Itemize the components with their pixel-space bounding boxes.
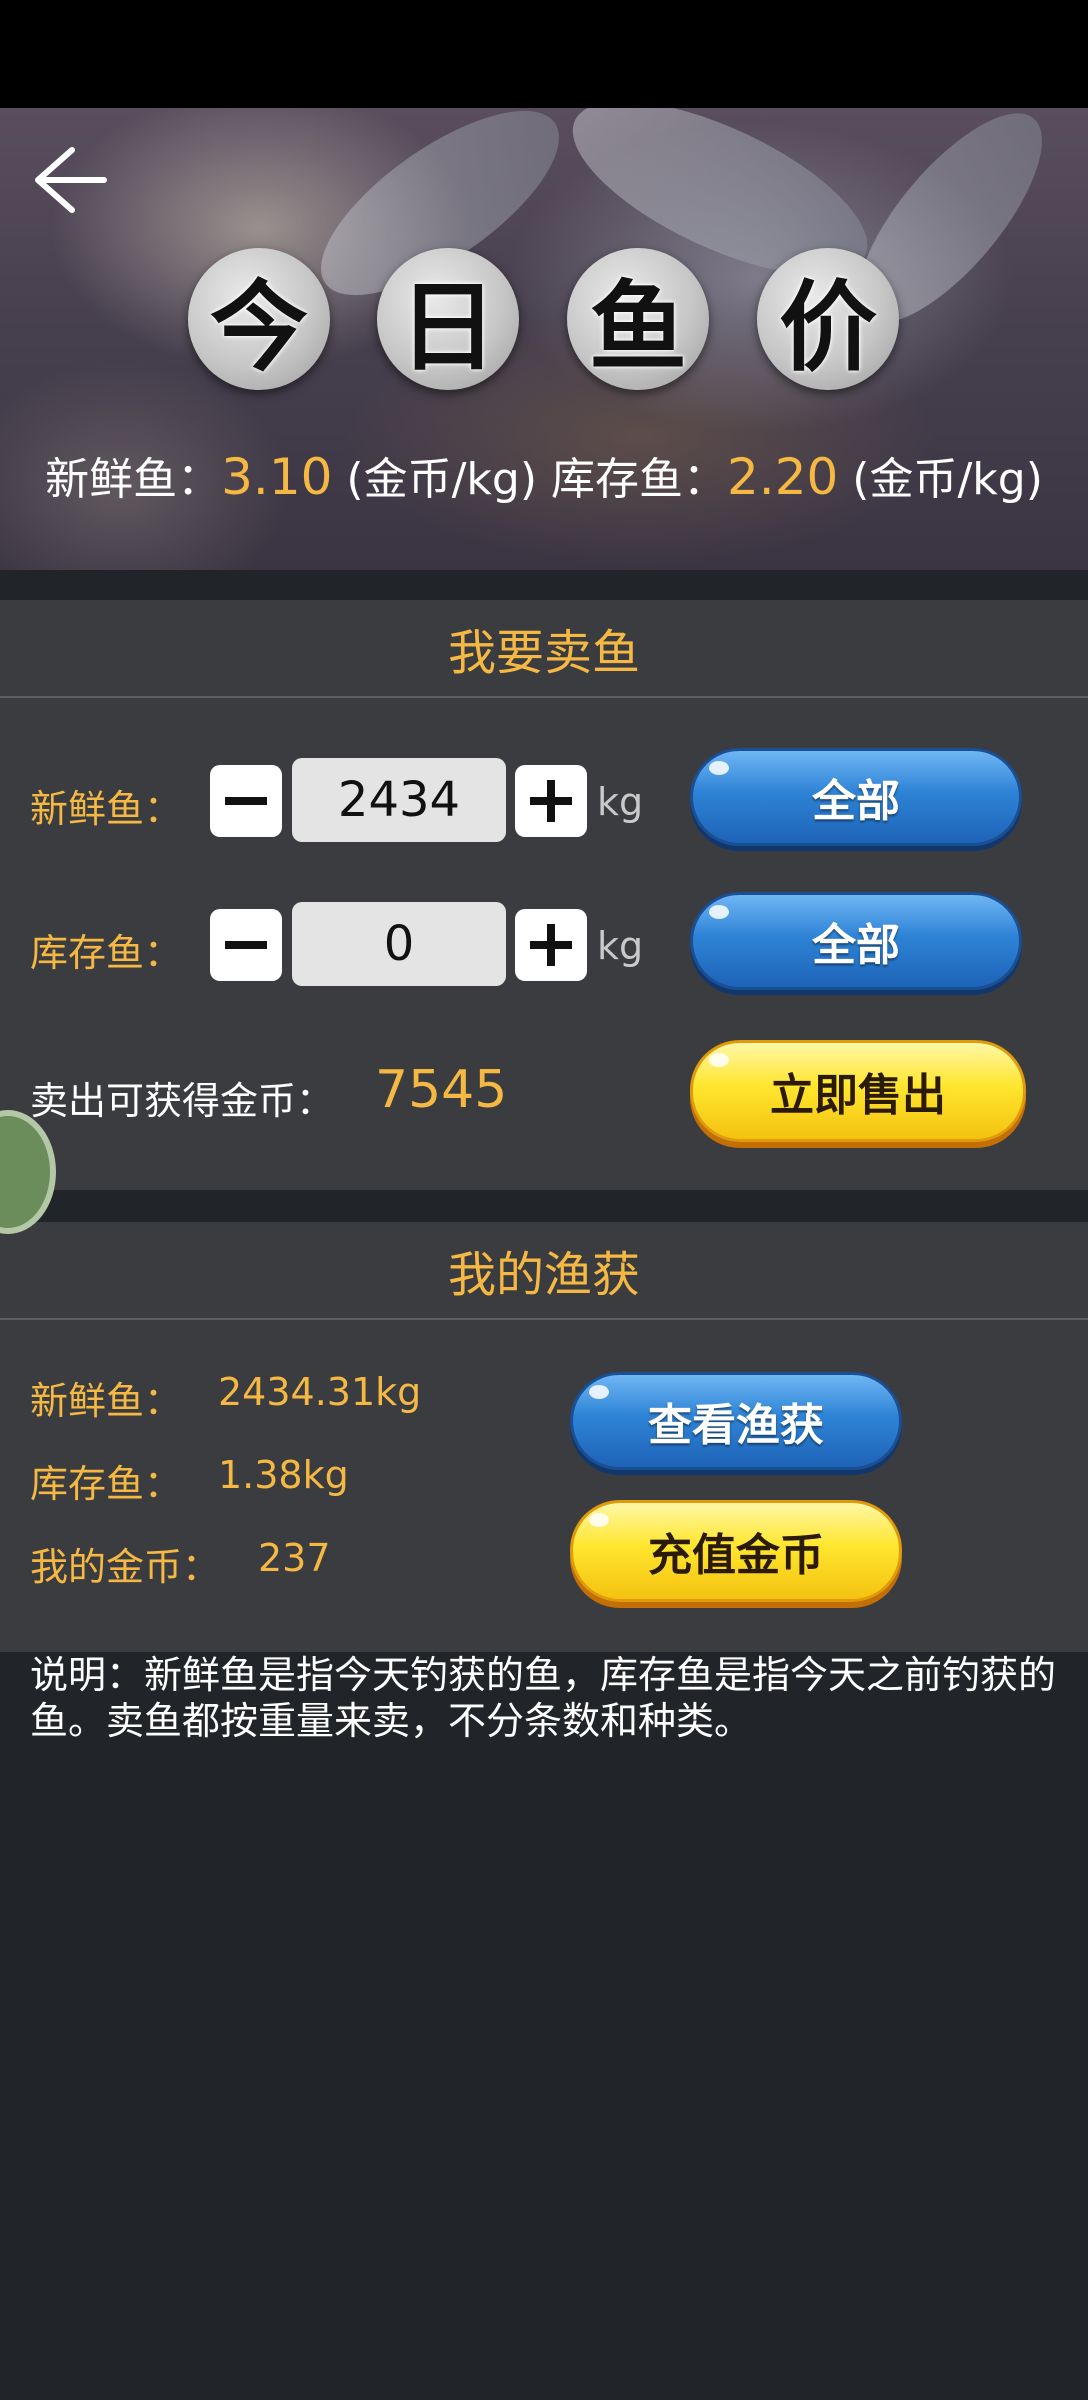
minus-icon — [225, 797, 267, 805]
catch-fresh-value: 2434.31kg — [218, 1370, 422, 1414]
catch-stock-value: 1.38kg — [218, 1453, 349, 1497]
earn-value: 7545 — [375, 1060, 508, 1120]
view-catch-button[interactable]: 查看渔获 — [570, 1372, 902, 1470]
stock-all-label: 全部 — [812, 920, 900, 971]
coins-value: 237 — [258, 1536, 331, 1580]
fresh-plus-button[interactable] — [515, 765, 587, 837]
section-title: 我要卖鱼 — [0, 600, 1088, 698]
fresh-minus-button[interactable] — [210, 765, 282, 837]
fresh-unit: kg — [597, 780, 644, 824]
stock-price-label: 库存鱼： — [550, 454, 727, 505]
back-arrow-icon — [35, 147, 107, 213]
title-char: 今 — [188, 248, 330, 390]
status-bar — [0, 0, 1088, 108]
title-char: 日 — [377, 248, 519, 390]
page-title: 今 日 鱼 价 — [0, 248, 1088, 398]
title-char: 鱼 — [567, 248, 709, 390]
coins-label: 我的金币： — [30, 1545, 221, 1589]
title-char: 价 — [757, 248, 899, 390]
fresh-all-button[interactable]: 全部 — [690, 748, 1022, 846]
minus-icon — [225, 941, 267, 949]
sell-fresh-label: 新鲜鱼： — [30, 787, 183, 831]
price-banner: 今 日 鱼 价 新鲜鱼：3.10 (金币/kg) 库存鱼：2.20 (金币/kg… — [0, 108, 1088, 570]
earn-label: 卖出可获得金币： — [30, 1079, 335, 1123]
sell-section: 我要卖鱼 新鲜鱼： 2434 kg 全部 库存鱼： 0 kg 全部 卖出可获得金… — [0, 600, 1088, 1190]
fresh-quantity-input[interactable]: 2434 — [292, 758, 506, 842]
section-title: 我的渔获 — [0, 1222, 1088, 1320]
fresh-price-unit: (金币/kg) — [332, 454, 551, 505]
price-line: 新鲜鱼：3.10 (金币/kg) 库存鱼：2.20 (金币/kg) — [0, 443, 1088, 507]
stock-unit: kg — [597, 924, 644, 968]
view-catch-label: 查看渔获 — [648, 1400, 824, 1451]
catch-section: 我的渔获 新鲜鱼： 2434.31kg 库存鱼： 1.38kg 我的金币： 23… — [0, 1222, 1088, 1652]
recharge-button[interactable]: 充值金币 — [570, 1500, 902, 1602]
stock-plus-button[interactable] — [515, 909, 587, 981]
stock-price-unit: (金币/kg) — [838, 454, 1043, 505]
fresh-price-label: 新鲜鱼： — [45, 454, 222, 505]
sell-now-label: 立即售出 — [770, 1070, 946, 1121]
stock-price-value: 2.20 — [726, 448, 839, 506]
sell-stock-label: 库存鱼： — [30, 931, 183, 975]
fresh-all-label: 全部 — [812, 776, 900, 827]
stock-quantity-input[interactable]: 0 — [292, 902, 506, 986]
stock-all-button[interactable]: 全部 — [690, 892, 1022, 990]
description-note: 说明：新鲜鱼是指今天钓获的鱼，库存鱼是指今天之前钓获的鱼。卖鱼都按重量来卖，不分… — [30, 1653, 1057, 1743]
sell-now-button[interactable]: 立即售出 — [690, 1040, 1026, 1142]
catch-fresh-label: 新鲜鱼： — [30, 1379, 183, 1423]
fresh-price-value: 3.10 — [221, 448, 333, 506]
back-button[interactable] — [28, 138, 112, 222]
recharge-label: 充值金币 — [648, 1530, 824, 1581]
stock-minus-button[interactable] — [210, 909, 282, 981]
catch-stock-label: 库存鱼： — [30, 1462, 183, 1506]
